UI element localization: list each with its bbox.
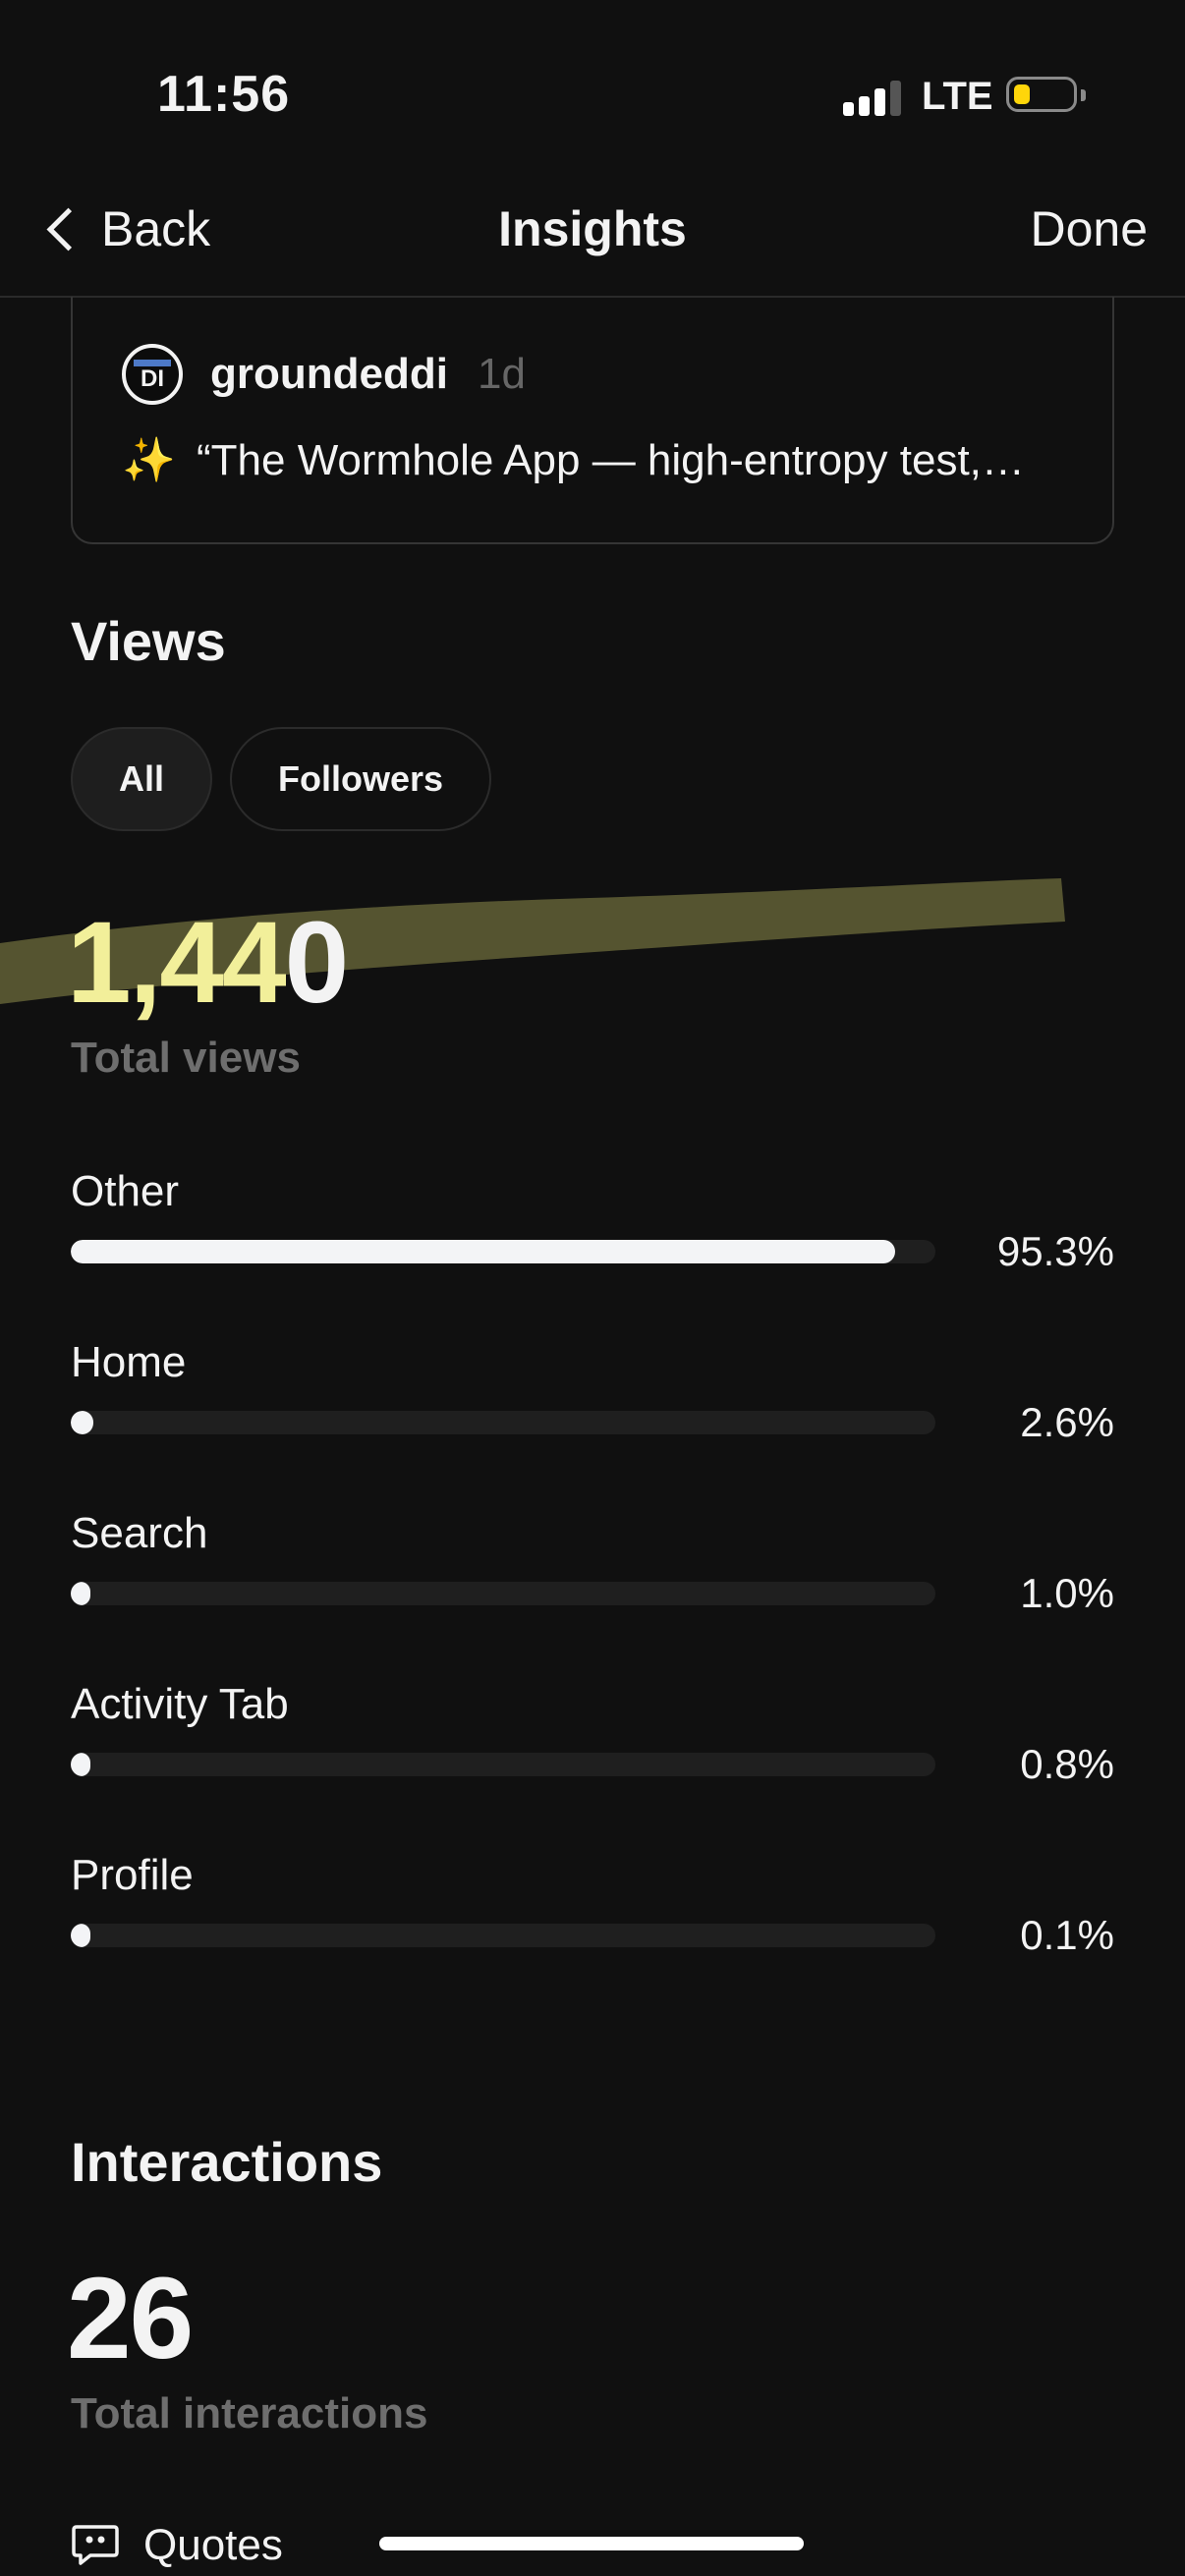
breakdown-bar-fill <box>71 1753 90 1776</box>
home-indicator[interactable] <box>379 2537 804 2550</box>
breakdown-percent: 1.0% <box>1020 1570 1114 1616</box>
back-button[interactable]: Back <box>45 200 210 257</box>
breakdown-percent: 95.3% <box>996 1228 1114 1274</box>
breakdown-percent: 0.8% <box>1020 1741 1114 1787</box>
breakdown-label: Search <box>71 1509 208 1557</box>
breakdown-percent: 2.6% <box>1020 1399 1114 1445</box>
views-title: Views <box>71 610 226 672</box>
back-label: Back <box>101 201 211 256</box>
avatar: DI <box>122 344 183 405</box>
post-time: 1d <box>478 350 526 398</box>
total-views-label: Total views <box>71 1034 301 1082</box>
filter-all-chip[interactable]: All <box>71 727 212 831</box>
quote-bubble-icon <box>72 2525 119 2565</box>
breakdown-bar-fill <box>71 1240 895 1263</box>
breakdown-bar-fill <box>71 1924 90 1947</box>
interactions-title: Interactions <box>71 2131 383 2193</box>
battery-icon <box>1006 77 1086 112</box>
avatar-initials: DI <box>141 365 164 392</box>
quotes-label: Quotes <box>143 2521 283 2569</box>
post-preview-card[interactable]: DI groundeddi 1d ✨ “The Wormhole App — h… <box>71 297 1114 544</box>
breakdown-bar-track <box>71 1753 935 1776</box>
status-time: 11:56 <box>157 66 291 123</box>
breakdown-bar-fill <box>71 1411 93 1434</box>
breakdown-bar-track <box>71 1582 935 1605</box>
total-views-value: 1,440 <box>67 896 350 1030</box>
breakdown-label: Profile <box>71 1851 194 1899</box>
total-interactions-label: Total interactions <box>71 2389 428 2437</box>
breakdown-percent: 0.1% <box>1020 1912 1114 1958</box>
done-button[interactable]: Done <box>1030 200 1148 257</box>
breakdown-label: Activity Tab <box>71 1680 289 1728</box>
breakdown-label: Other <box>71 1167 180 1215</box>
post-excerpt: “The Wormhole App — high-entropy test,… <box>197 436 1025 484</box>
cellular-signal-icon <box>843 79 902 116</box>
breakdown-bar-track <box>71 1924 935 1947</box>
filter-followers-chip[interactable]: Followers <box>230 727 491 831</box>
breakdown-bar-fill <box>71 1582 90 1605</box>
total-interactions-value: 26 <box>67 2254 194 2383</box>
breakdown-bar-track <box>71 1240 935 1263</box>
breakdown-label: Home <box>71 1338 187 1386</box>
total-views-highlighted-part: 1,44 <box>67 898 287 1028</box>
total-views-last-digit: 0 <box>284 898 350 1028</box>
breakdown-bar-track <box>71 1411 935 1434</box>
post-username[interactable]: groundeddi <box>210 350 448 399</box>
chevron-left-icon <box>46 207 90 251</box>
network-type: LTE <box>922 75 993 118</box>
sparkles-icon: ✨ <box>122 436 176 484</box>
